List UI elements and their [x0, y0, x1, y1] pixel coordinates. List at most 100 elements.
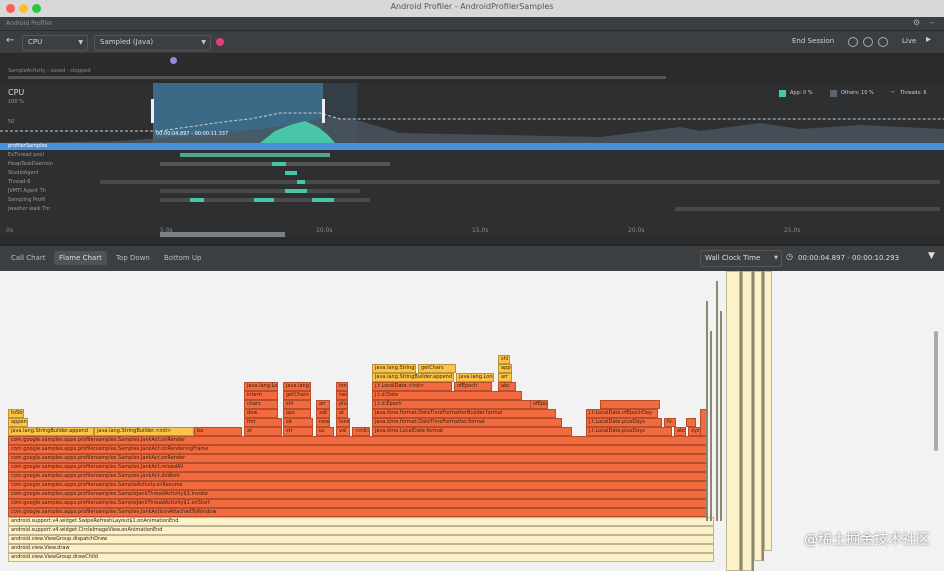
flame-frame[interactable]: intern — [244, 391, 278, 400]
flame-frame[interactable]: android.view.View.draw — [8, 544, 714, 553]
flame-frame[interactable]: android.support.v4.widget.SwipeRefreshLa… — [8, 517, 714, 526]
flame-frame[interactable]: append — [498, 364, 512, 373]
flame-frame[interactable]: sb — [283, 418, 313, 427]
go-live-icon[interactable]: ▸ — [926, 34, 931, 45]
flame-frame[interactable]: toString — [8, 409, 24, 418]
thread-row-activity[interactable] — [100, 180, 940, 184]
filter-icon[interactable]: ▼ — [928, 251, 935, 261]
flame-frame[interactable]: java.lang.StringBuilder.<init> — [94, 427, 194, 436]
thread-row-activity[interactable] — [180, 153, 330, 157]
settings-icon[interactable]: ⚙ — [913, 18, 920, 27]
flame-frame[interactable] — [600, 400, 660, 409]
back-arrow-icon[interactable]: ← — [6, 35, 14, 46]
flame-frame[interactable]: com.google.samples.apps.profilersamples.… — [8, 472, 708, 481]
flame-frame[interactable] — [764, 271, 772, 551]
thread-row-activity[interactable] — [312, 198, 334, 202]
flame-frame[interactable]: com.google.samples.apps.profilersamples.… — [8, 454, 708, 463]
flame-frame[interactable]: java.time.format.DateTimeFormatterBuilde… — [372, 409, 556, 418]
flame-frame[interactable]: java.lang.Long.toString — [456, 373, 494, 382]
live-button[interactable]: Live — [902, 37, 916, 45]
record-icon[interactable] — [216, 38, 224, 46]
thread-row-activity[interactable] — [675, 207, 940, 211]
flame-frame[interactable]: adt — [316, 409, 330, 418]
flame-frame[interactable]: j.t.LocalDate.ofEpochDay — [586, 409, 658, 418]
flame-frame[interactable]: abc — [674, 427, 686, 436]
flame-frame[interactable]: dow — [244, 409, 278, 418]
flame-frame[interactable] — [740, 271, 742, 571]
flame-frame[interactable]: java.lang.String.format — [283, 382, 311, 391]
flame-frame[interactable]: j.t.LocalDate.plusDays — [586, 427, 672, 436]
flame-frame[interactable]: j.t.d.Date — [372, 391, 522, 400]
flame-frame[interactable]: com.google.samples.apps.profilersamples.… — [8, 508, 708, 517]
timeline-selection[interactable] — [160, 232, 285, 237]
flame-frame[interactable]: shl — [283, 400, 311, 409]
tab-call-chart[interactable]: Call Chart — [6, 251, 51, 265]
thread-row-activity[interactable] — [285, 189, 307, 193]
thread-row-main[interactable] — [0, 143, 944, 150]
flame-frame[interactable]: uc — [316, 427, 334, 436]
vertical-scrollbar[interactable] — [934, 331, 938, 451]
flame-frame[interactable] — [716, 281, 718, 521]
flame-frame[interactable]: java.time.format.DateTimeFormatter.forma… — [372, 418, 562, 427]
flame-frame[interactable]: java.lang.Long.toString — [244, 382, 278, 391]
flame-frame[interactable]: com.google.samples.apps.profilersamples.… — [8, 436, 708, 445]
timeline-axis[interactable]: 0s 5.0s 10.0s 15.0s 20.0s 25.0s — [0, 224, 944, 238]
flame-frame[interactable]: inner — [336, 418, 350, 427]
thread-row-activity[interactable] — [285, 171, 297, 175]
flame-frame[interactable]: android.view.ViewGroup.dispatchDraw — [8, 535, 714, 544]
flame-frame[interactable]: java.time.LocalDate.format — [372, 427, 572, 436]
flame-frame[interactable] — [706, 301, 708, 521]
flame-frame[interactable]: j.t.LocalDate.<init> — [372, 382, 452, 391]
flame-frame[interactable]: ofEpoch — [454, 382, 492, 391]
end-session-button[interactable]: End Session — [792, 37, 834, 45]
flame-frame[interactable]: inner — [336, 382, 348, 391]
flame-frame[interactable]: fv — [664, 418, 676, 427]
clock-type-select[interactable]: Wall Clock Time ▼ — [700, 250, 782, 267]
flame-frame[interactable]: com.google.samples.apps.profilersamples.… — [8, 481, 708, 490]
profiler-select[interactable]: CPU ▼ — [22, 35, 88, 51]
flame-frame[interactable] — [710, 331, 712, 521]
zoom-out-icon[interactable] — [848, 37, 858, 47]
flame-frame[interactable] — [754, 271, 762, 561]
tab-bottom-up[interactable]: Bottom Up — [159, 251, 206, 265]
flame-frame[interactable] — [742, 271, 752, 571]
flame-frame[interactable]: com.google.samples.apps.profilersamples.… — [8, 445, 708, 454]
flame-frame[interactable]: ofEpoch — [530, 400, 548, 409]
flame-frame[interactable] — [726, 271, 740, 571]
flame-frame[interactable]: <init> — [352, 427, 370, 436]
flame-frame[interactable]: at — [336, 409, 348, 418]
flame-frame[interactable]: j.t.LocalDate.plusDays — [586, 418, 662, 427]
flame-frame[interactable] — [686, 418, 696, 427]
flame-frame[interactable]: getChars — [418, 364, 456, 373]
flame-frame[interactable]: com.google.samples.apps.profilersamples.… — [8, 499, 708, 508]
flame-frame[interactable] — [762, 271, 764, 561]
flame-frame[interactable]: android.support.v4.widget.CircleImageVie… — [8, 526, 714, 535]
thread-row-activity[interactable] — [160, 189, 360, 193]
flame-frame[interactable]: plus — [336, 400, 348, 409]
flame-frame[interactable]: chars — [244, 400, 278, 409]
flame-frame[interactable]: ops — [283, 409, 311, 418]
flame-frame[interactable]: shl — [498, 355, 510, 364]
flame-frame[interactable]: arr — [316, 400, 330, 409]
thread-row-activity[interactable] — [190, 198, 204, 202]
recording-config-select[interactable]: Sampled (Java) ▼ — [94, 35, 211, 51]
minimize-panel-icon[interactable]: – — [930, 18, 934, 27]
flame-frame[interactable]: at — [244, 427, 282, 436]
reset-zoom-icon[interactable] — [878, 37, 888, 47]
flame-frame[interactable]: val — [336, 427, 350, 436]
flame-frame[interactable]: java.lang.StringBuilder.append — [372, 373, 454, 382]
flame-frame[interactable]: getChars — [283, 391, 311, 400]
flame-frame[interactable]: j.t.d.Epoch — [372, 400, 532, 409]
flame-frame[interactable] — [752, 271, 754, 571]
flame-frame[interactable]: new — [336, 391, 348, 400]
flame-frame[interactable] — [720, 311, 722, 521]
flame-frame[interactable]: ba — [194, 427, 242, 436]
flame-frame[interactable]: abc — [498, 382, 516, 391]
thread-row-activity[interactable] — [297, 180, 305, 184]
zoom-in-icon[interactable] — [863, 37, 873, 47]
flame-frame[interactable]: fmt — [244, 418, 282, 427]
flame-frame[interactable]: java.lang.StringBuilder.<init> — [372, 364, 416, 373]
flame-frame[interactable]: com.google.samples.apps.profilersamples.… — [8, 490, 708, 499]
flame-frame[interactable]: com.google.samples.apps.profilersamples.… — [8, 463, 708, 472]
flame-frame[interactable]: arr — [498, 373, 512, 382]
